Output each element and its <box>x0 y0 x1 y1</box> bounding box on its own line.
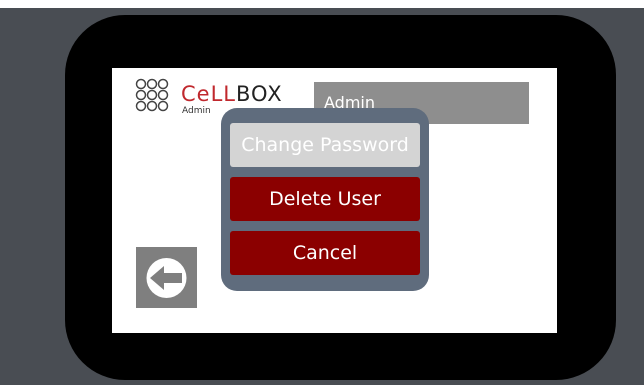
cancel-button[interactable]: Cancel <box>230 231 420 275</box>
back-arrow-icon <box>146 258 187 298</box>
change-password-button[interactable]: Change Password <box>230 123 420 167</box>
top-strip <box>0 0 644 8</box>
logo-wordmark-dark: BOX <box>235 82 283 106</box>
cellbox-logo: CeLLBOX Admin <box>135 78 282 116</box>
logo-subtitle: Admin <box>182 106 211 116</box>
user-action-dialog: Change Password Delete User Cancel <box>221 108 429 291</box>
logo-wordmark: CeLLBOX <box>181 83 283 105</box>
delete-user-button[interactable]: Delete User <box>230 177 420 221</box>
back-button[interactable] <box>136 247 197 308</box>
logo-wordmark-red: CeLL <box>181 82 236 106</box>
dot-grid-icon <box>135 78 169 112</box>
